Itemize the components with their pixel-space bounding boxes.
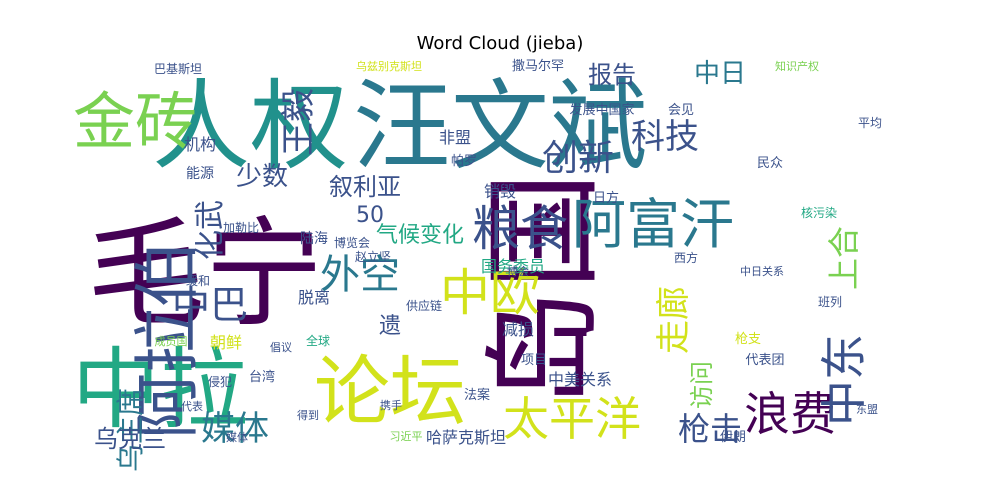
word-22: 上合	[825, 226, 863, 290]
word-28: 中日	[694, 59, 746, 89]
word-65: 项目	[521, 353, 547, 368]
word-38: 机构	[184, 135, 216, 154]
word-59: 核污染	[801, 205, 837, 220]
word-37: 中美关系	[548, 370, 612, 389]
word-67: 媒体	[226, 430, 248, 444]
word-49: 撒马尔罕	[512, 58, 564, 74]
word-64: 平均	[858, 116, 882, 130]
word-31: 乌克兰	[94, 425, 166, 453]
word-56: 伊朗	[720, 430, 746, 445]
word-71: 西方	[674, 250, 698, 265]
word-16: 中巴	[172, 283, 248, 327]
word-72: 中日关系	[740, 264, 784, 278]
word-80: 得到	[297, 409, 319, 422]
word-12: 太平洋	[503, 392, 641, 446]
word-78: 携手	[380, 398, 402, 412]
word-29: 气候变化	[376, 223, 464, 248]
word-70: 博会	[507, 265, 529, 278]
word-21: 走廊	[654, 286, 694, 354]
word-51: 博览会	[334, 235, 370, 250]
word-44: 陆海	[300, 231, 328, 247]
word-58: 代表团	[745, 353, 784, 368]
word-43: 脱离	[298, 288, 330, 307]
word-36: 哈萨克斯坦	[426, 428, 506, 447]
word-73: 班列	[818, 295, 842, 309]
word-27: 报告	[588, 61, 636, 89]
word-53: 赵立坚	[355, 249, 391, 264]
word-68: 侵犯	[208, 374, 232, 389]
word-cloud: 毛宁 岛国人权 汪文斌中拉 论坛阿拉伯金砖阿富汗中欧粮食太平洋 浪费中东外空中巴媒体创新…	[72, 58, 882, 472]
word-39: 能源	[186, 166, 214, 182]
word-77: 倡议	[270, 341, 292, 354]
word-19: 科技	[631, 117, 699, 157]
word-79: 成员国	[155, 335, 188, 348]
word-66: 法案	[464, 388, 490, 403]
word-81: 代表	[181, 399, 203, 413]
word-33: 遗	[379, 314, 401, 339]
word-41: 销毁	[484, 182, 516, 201]
word-76: 全球	[306, 333, 330, 348]
word-6: 论坛	[314, 347, 466, 436]
word-48: 乌兹别克斯坦	[356, 59, 422, 73]
word-69: 缓和	[186, 274, 210, 288]
word-20: 王毅	[279, 88, 319, 156]
word-61: 日方	[593, 190, 619, 206]
word-34: 50	[356, 203, 384, 228]
word-60: 帕罗	[451, 154, 477, 169]
word-55: 习近平	[390, 430, 423, 443]
word-45: 朝鲜	[210, 333, 242, 352]
word-62: 会见	[668, 103, 694, 118]
word-50: 知识产权	[775, 59, 819, 73]
word-52: 加勒比	[223, 221, 259, 235]
word-18: 创新	[542, 138, 614, 179]
word-47: 巴基斯坦	[154, 62, 202, 76]
word-32: 访问	[688, 361, 716, 409]
word-74: 枪支	[735, 331, 761, 347]
word-40: 非盟	[439, 128, 471, 147]
word-75: 东盟	[856, 403, 878, 416]
word-63: 民众	[757, 156, 783, 171]
word-26: 叙利亚	[329, 173, 401, 201]
word-42: 减损	[502, 320, 534, 339]
word-11: 粮食	[472, 201, 568, 257]
word-54: 供应链	[406, 298, 442, 313]
word-46: 发展中国家	[569, 102, 634, 118]
word-57: 台湾	[249, 369, 275, 385]
word-8: 金砖	[73, 85, 197, 158]
word-30: 少数	[236, 162, 288, 192]
